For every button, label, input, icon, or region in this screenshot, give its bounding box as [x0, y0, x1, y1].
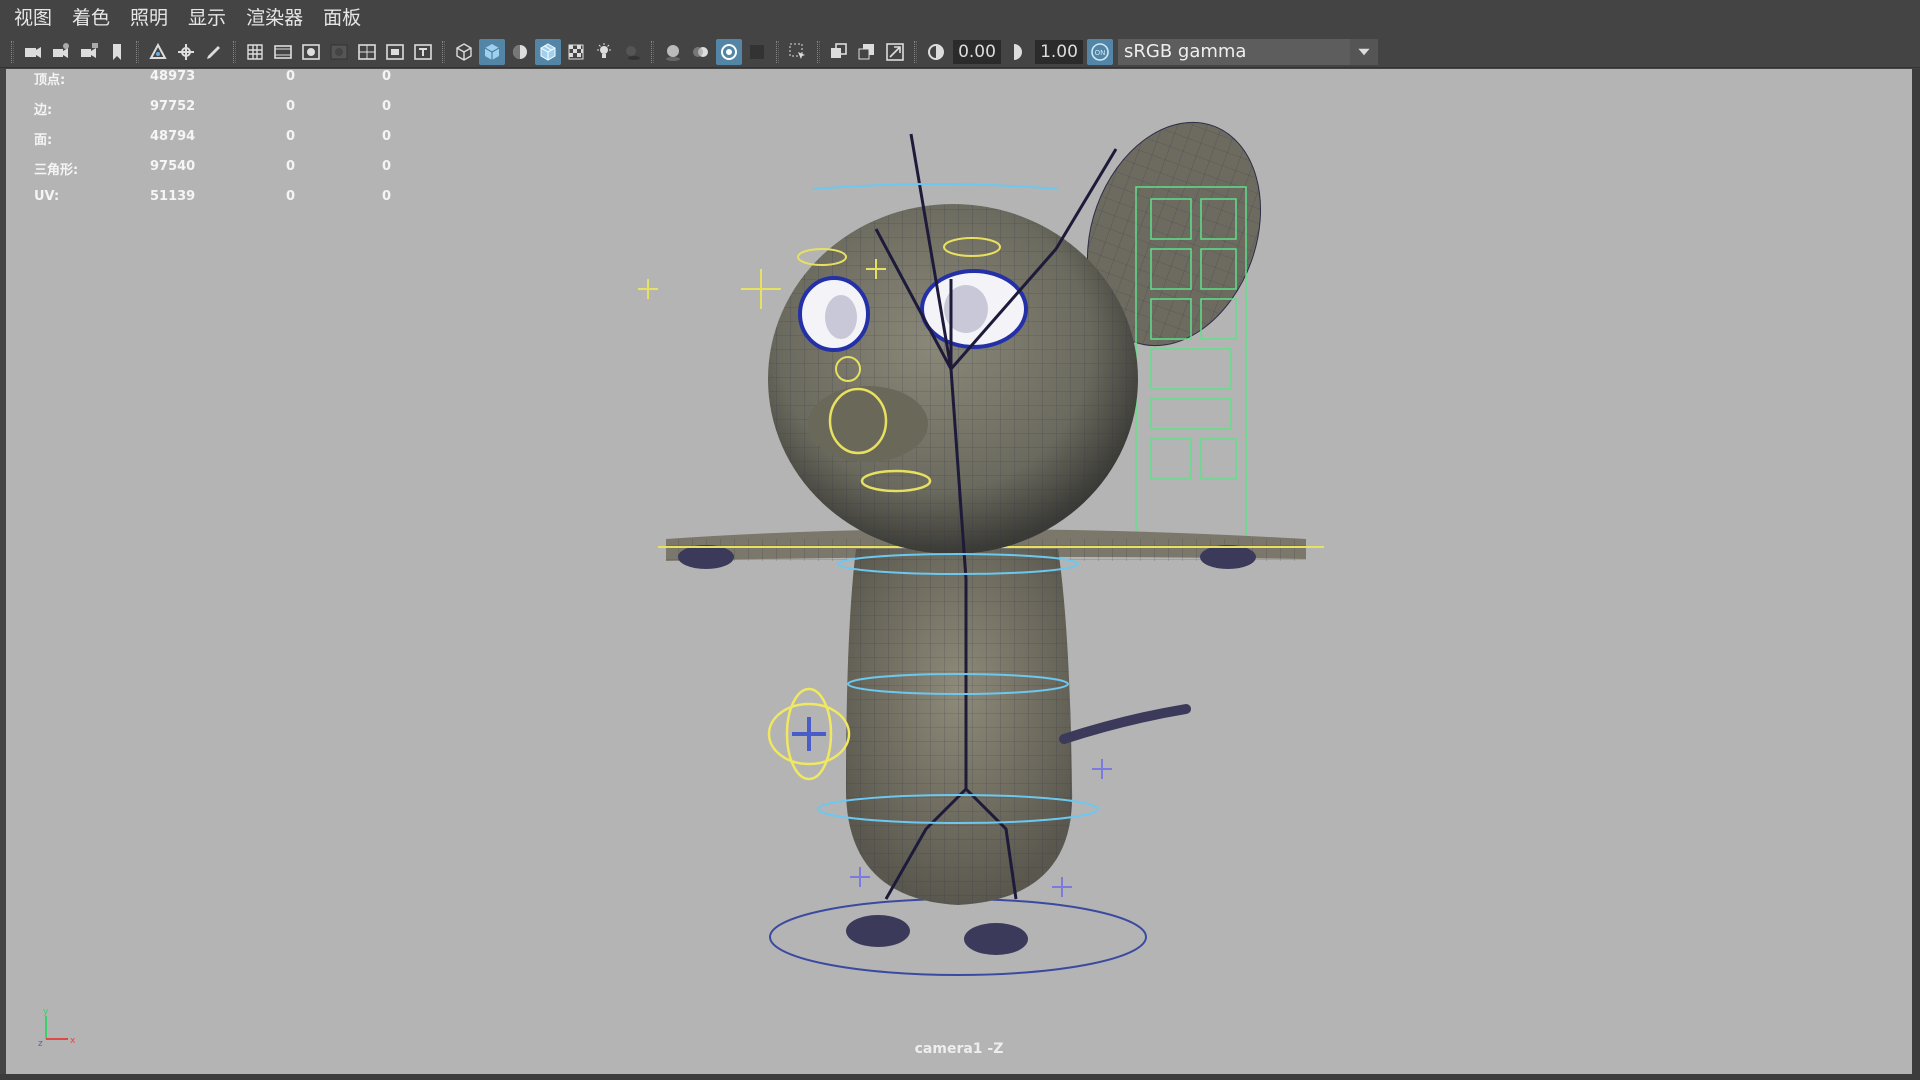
- hud-label: 面:: [34, 133, 53, 148]
- wireframe-icon[interactable]: [451, 39, 477, 65]
- default-material-icon[interactable]: [507, 39, 533, 65]
- hud-label: UV:: [34, 189, 60, 204]
- hud-value: 48973: [150, 69, 196, 84]
- scene-render[interactable]: [6, 69, 1912, 1074]
- smooth-shade-icon[interactable]: [479, 38, 505, 65]
- backface-icon[interactable]: [882, 39, 908, 65]
- bookmark-icon[interactable]: [104, 39, 130, 65]
- safe-action-icon[interactable]: [382, 39, 408, 65]
- menu-panels[interactable]: 面板: [315, 0, 369, 36]
- hud-value: 0: [382, 159, 392, 174]
- hud-label: 顶点:: [34, 73, 66, 88]
- shadows-icon[interactable]: [619, 39, 645, 65]
- resolution-gate-icon[interactable]: [298, 39, 324, 65]
- grease-pencil-icon[interactable]: [201, 39, 227, 65]
- facial-control-panel: [1135, 186, 1247, 538]
- image-plane-icon[interactable]: [145, 39, 171, 65]
- color-space-select[interactable]: sRGB gamma: [1118, 38, 1378, 65]
- gate-mask-icon[interactable]: [326, 39, 352, 65]
- hud-value: 0: [286, 69, 296, 84]
- xray-icon[interactable]: [563, 39, 589, 65]
- toolbar-separator: [11, 40, 14, 63]
- hud-value: 0: [382, 69, 392, 84]
- menu-shading[interactable]: 着色: [64, 0, 118, 36]
- hud-row-uvs: UV: 51139 0 0: [26, 189, 406, 219]
- use-lights-icon[interactable]: [591, 39, 617, 65]
- xray-active-icon[interactable]: [826, 39, 852, 65]
- safe-title-icon[interactable]: [410, 39, 436, 65]
- toolbar-separator: [233, 40, 236, 63]
- hand-left: [678, 545, 734, 569]
- panel-toolbar: 0.00 1.00 ON sRGB gamma: [0, 36, 1920, 68]
- toolbar-separator: [442, 40, 445, 63]
- chevron-down-icon[interactable]: [1350, 38, 1378, 65]
- hud-value: 97752: [150, 99, 196, 114]
- toolbar-separator: [817, 40, 820, 63]
- hud-row-edges: 边: 97752 0 0: [26, 99, 406, 129]
- poly-count-hud: 顶点: 48973 0 0 边: 97752 0 0 面: 48794 0 0 …: [26, 69, 406, 219]
- hud-value: 97540: [150, 159, 196, 174]
- hud-value: 0: [286, 99, 296, 114]
- menu-lighting[interactable]: 照明: [122, 0, 176, 36]
- xray-joints-icon[interactable]: [854, 39, 880, 65]
- tail: [1059, 704, 1191, 744]
- toolbar-separator: [914, 40, 917, 63]
- camera-attributes-icon[interactable]: [48, 39, 74, 65]
- menu-renderer[interactable]: 渲染器: [238, 0, 311, 36]
- panel-border-bottom: [0, 1074, 1920, 1080]
- hud-row-triangles: 三角形: 97540 0 0: [26, 159, 406, 189]
- color-management-icon[interactable]: ON: [1087, 38, 1113, 65]
- hand-right: [1200, 545, 1256, 569]
- gamma-icon[interactable]: [1005, 39, 1031, 65]
- root-control: [769, 898, 1147, 976]
- screen-space-ao-icon[interactable]: [660, 39, 686, 65]
- hud-value: 0: [286, 189, 296, 204]
- hud-label: 三角形:: [34, 163, 79, 178]
- menu-show[interactable]: 显示: [180, 0, 234, 36]
- film-gate-icon[interactable]: [270, 39, 296, 65]
- anti-aliasing-icon[interactable]: [716, 38, 742, 65]
- pan-zoom-icon[interactable]: [173, 39, 199, 65]
- hud-value: 51139: [150, 189, 196, 204]
- camera-name-label: camera1 -Z: [914, 1041, 1004, 1057]
- toolbar-separator: [776, 40, 779, 63]
- depth-of-field-icon[interactable]: [744, 39, 770, 65]
- hud-value: 0: [382, 189, 392, 204]
- toolbar-separator: [136, 40, 139, 63]
- toolbar-separator: [651, 40, 654, 63]
- menu-bar: 视图 着色 照明 显示 渲染器 面板: [0, 0, 1920, 36]
- 3d-viewport[interactable]: 顶点: 48973 0 0 边: 97752 0 0 面: 48794 0 0 …: [6, 69, 1912, 1074]
- locator-cross: [638, 279, 658, 299]
- hud-value: 0: [382, 99, 392, 114]
- field-chart-icon[interactable]: [354, 39, 380, 65]
- grid-icon[interactable]: [242, 39, 268, 65]
- exposure-field[interactable]: 0.00: [953, 39, 1001, 64]
- camera-lock-icon[interactable]: [76, 39, 102, 65]
- exposure-icon[interactable]: [923, 39, 949, 65]
- foot-right: [964, 923, 1028, 955]
- foot-left: [846, 915, 910, 947]
- isolate-select-icon[interactable]: [785, 39, 811, 65]
- hud-value: 0: [286, 159, 296, 174]
- menu-view[interactable]: 视图: [6, 0, 60, 36]
- gamma-field[interactable]: 1.00: [1035, 39, 1083, 64]
- axis-y-label: y: [43, 1007, 49, 1017]
- hud-label: 边:: [34, 103, 53, 118]
- motion-blur-icon[interactable]: [688, 39, 714, 65]
- svg-text:ON: ON: [1095, 49, 1106, 57]
- hud-row-faces: 面: 48794 0 0: [26, 129, 406, 159]
- hud-value: 0: [286, 129, 296, 144]
- panel-border-right: [1912, 69, 1920, 1080]
- hud-value: 48794: [150, 129, 196, 144]
- camera-select-icon[interactable]: [20, 39, 46, 65]
- hud-value: 0: [382, 129, 392, 144]
- hud-row-vertices: 顶点: 48973 0 0: [26, 69, 406, 99]
- wireframe-on-shaded-icon[interactable]: [535, 38, 561, 65]
- color-space-value: sRGB gamma: [1124, 41, 1247, 62]
